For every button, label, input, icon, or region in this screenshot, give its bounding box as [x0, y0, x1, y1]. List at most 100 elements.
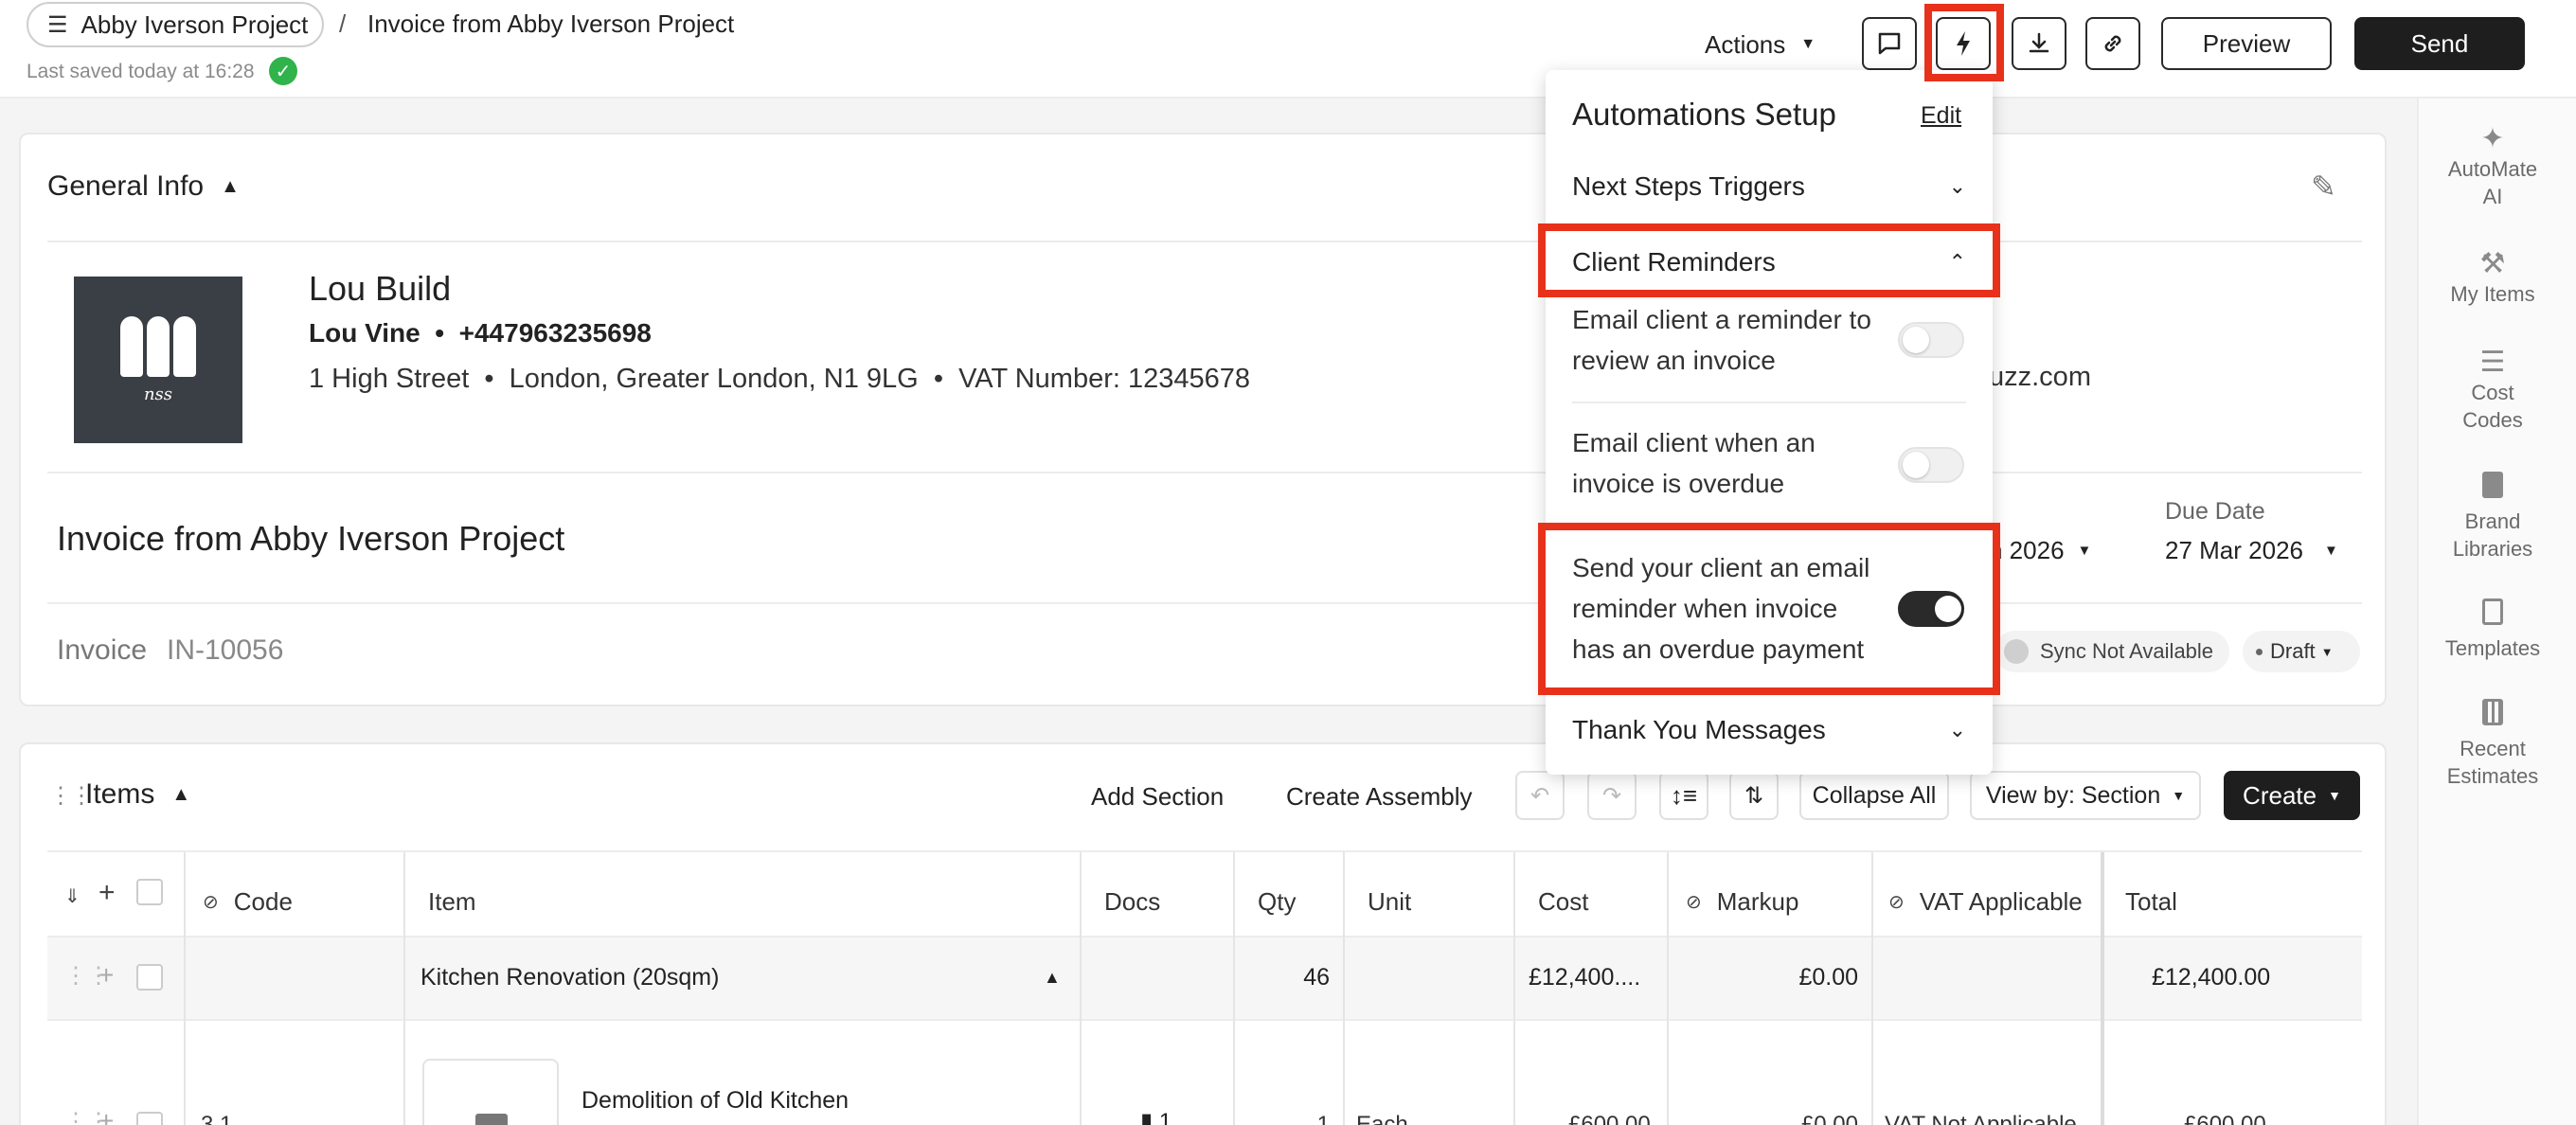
add-row-icon[interactable]: +	[98, 960, 114, 991]
column-label: Total	[2125, 886, 2177, 916]
caret-down-icon: ▼	[2172, 788, 2186, 803]
actions-dropdown[interactable]: Actions ▼	[1705, 27, 1816, 62]
sidebar-item-brand-libraries[interactable]: Brand Libraries	[2417, 472, 2568, 562]
sidebar-item-my-items[interactable]: ⚒ My Items	[2417, 248, 2568, 308]
client-reminders-header[interactable]: Client Reminders ⌃	[1572, 242, 1966, 282]
sidebar-item-templates[interactable]: Templates	[2417, 598, 2568, 662]
view-by-dropdown[interactable]: View by: Section ▼	[1970, 771, 2201, 820]
caret-down-icon: ▼	[2320, 644, 2334, 659]
column-header-markup[interactable]: ⊘ Markup	[1686, 875, 1798, 928]
tools-icon: ⚒	[2479, 248, 2506, 279]
column-header-code[interactable]: ⊘ Code	[203, 875, 293, 928]
sidebar-label: Recent	[2460, 737, 2526, 760]
company-name: Lou Build	[309, 269, 452, 308]
collapse-all-button[interactable]: Collapse All	[1799, 771, 1949, 820]
column-label: Docs	[1104, 886, 1161, 916]
section-name: Kitchen Renovation (20sqm)	[420, 964, 720, 991]
expand-all-icon[interactable]: ⇓	[64, 884, 80, 908]
line-spacing-button[interactable]: ↕≡	[1659, 771, 1708, 820]
sidebar-item-recent-estimates[interactable]: Recent Estimates	[2417, 699, 2568, 790]
redo-button[interactable]: ↷	[1587, 771, 1637, 820]
item-name: Demolition of Old Kitchen	[581, 1087, 850, 1114]
divider	[47, 602, 2362, 604]
logo-text: nss	[143, 384, 173, 404]
send-button[interactable]: Send	[2354, 17, 2525, 70]
project-name: Abby Iverson Project	[80, 9, 309, 39]
view-by-label: View by: Section	[1985, 781, 2161, 809]
column-header-docs[interactable]: Docs	[1104, 875, 1160, 928]
sidebar-item-cost-codes[interactable]: ☰ Cost Codes	[2417, 347, 2568, 434]
automations-title: Automations Setup	[1572, 97, 1836, 132]
review-reminder-toggle[interactable]	[1898, 322, 1964, 358]
adjust-columns-button[interactable]: ⇅	[1729, 771, 1779, 820]
due-date-dropdown[interactable]: 27 Mar 2026 ▼	[2165, 536, 2338, 565]
add-row-icon[interactable]: +	[98, 1106, 114, 1125]
edit-pencil-icon[interactable]: ✎	[2311, 169, 2336, 205]
status-badge[interactable]: Draft ▼	[2243, 631, 2360, 672]
breadcrumb-current: Invoice from Abby Iverson Project	[367, 9, 735, 38]
sync-status-text: Sync Not Available	[2040, 639, 2214, 663]
status-text: Draft	[2270, 639, 2316, 663]
item-docs-count: 1	[1158, 1109, 1172, 1125]
project-breadcrumb-button[interactable]: ☰ Abby Iverson Project	[27, 2, 324, 47]
divider	[47, 472, 2362, 473]
table-header-row	[47, 850, 2362, 852]
caret-down-icon: ▼	[2077, 543, 2092, 559]
chevron-down-icon: ⌄	[1948, 174, 1966, 198]
automations-edit-link[interactable]: Edit	[1921, 102, 1961, 130]
row-checkbox[interactable]	[136, 964, 163, 991]
section-row-bg	[47, 936, 2362, 1021]
client-email-partial: uzz.com	[1989, 362, 2091, 392]
download-button[interactable]	[2012, 17, 2066, 70]
section-qty: 46	[1303, 964, 1330, 991]
invoice-label: Invoice	[57, 634, 148, 666]
comments-button[interactable]	[1862, 17, 1917, 70]
column-header-unit[interactable]: Unit	[1368, 875, 1411, 928]
column-header-qty[interactable]: Qty	[1258, 875, 1296, 928]
clipboard-icon	[2417, 598, 2568, 634]
create-button[interactable]: Create ▼	[2224, 771, 2360, 820]
column-header-cost[interactable]: Cost	[1538, 875, 1588, 928]
reminder-text: reminder when invoice	[1572, 594, 1838, 623]
sidebar-label: Cost	[2471, 381, 2514, 404]
create-assembly-button[interactable]: Create Assembly	[1286, 782, 1473, 812]
automations-button[interactable]	[1936, 17, 1991, 70]
toggle-knob	[1903, 452, 1929, 478]
add-section-button[interactable]: Add Section	[1091, 782, 1224, 812]
saved-check-icon: ✓	[269, 57, 297, 85]
items-toggle[interactable]: Items ▲	[85, 778, 190, 811]
thank-you-messages-header[interactable]: Thank You Messages ⌄	[1572, 710, 1966, 750]
due-date-value: 27 Mar 2026	[2165, 536, 2303, 564]
select-all-checkbox[interactable]	[136, 879, 163, 905]
add-row-icon[interactable]: +	[98, 877, 116, 909]
eye-off-icon: ⊘	[203, 891, 219, 913]
overdue-payment-reminder-toggle[interactable]	[1898, 591, 1964, 627]
column-label: Unit	[1368, 886, 1412, 916]
column-divider	[403, 852, 405, 1125]
preview-button[interactable]: Preview	[2161, 17, 2332, 70]
sidebar-item-automate-ai[interactable]: ✦ AutoMate AI	[2417, 123, 2568, 210]
undo-button[interactable]: ↶	[1515, 771, 1565, 820]
copy-link-button[interactable]	[2085, 17, 2140, 70]
column-divider	[1667, 852, 1669, 1125]
column-label: Markup	[1716, 886, 1799, 916]
sidebar-label: Libraries	[2452, 537, 2533, 561]
column-header-item[interactable]: Item	[428, 875, 476, 928]
row-checkbox[interactable]	[136, 1112, 163, 1125]
next-steps-triggers-header[interactable]: Next Steps Triggers ⌄	[1572, 167, 1966, 206]
section-collapse-chevron-icon[interactable]: ▲	[1044, 968, 1061, 988]
chevron-up-icon: ▲	[171, 783, 191, 805]
column-header-vat[interactable]: ⊘ VAT Applicable	[1888, 875, 2083, 928]
link-icon	[2104, 35, 2121, 52]
issue-date-dropdown[interactable]: n 2026 ▼	[1989, 536, 2091, 565]
item-unit: Each	[1356, 1112, 1408, 1125]
general-info-toggle[interactable]: General Info ▲	[47, 170, 240, 203]
due-date-label: Due Date	[2165, 498, 2265, 525]
reminder-item: Send your client an email reminder when …	[1572, 547, 1894, 670]
divider	[1572, 402, 1966, 403]
caret-down-icon: ▼	[1800, 36, 1816, 52]
sidebar-label: Estimates	[2446, 764, 2539, 788]
column-header-total[interactable]: Total	[2125, 875, 2177, 928]
toggle-knob	[1903, 327, 1929, 353]
overdue-reminder-toggle[interactable]	[1898, 447, 1964, 483]
